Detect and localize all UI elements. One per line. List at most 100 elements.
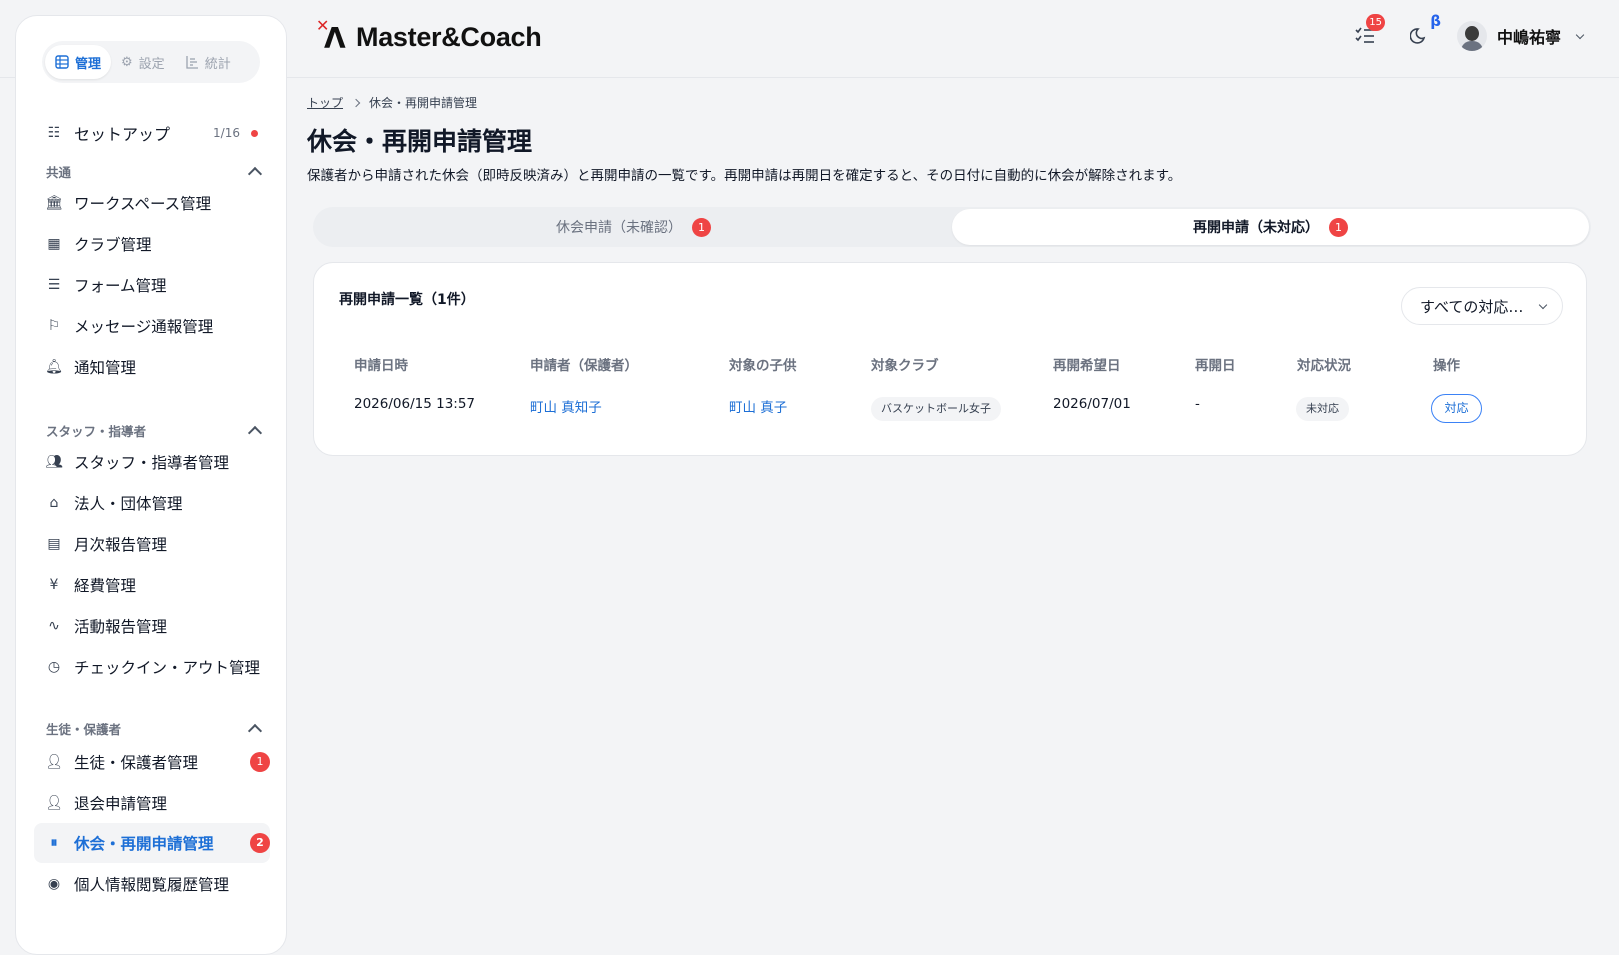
users-icon: 👥︎ bbox=[45, 454, 63, 470]
sidebar-item-label: スタッフ・指導者管理 bbox=[74, 454, 230, 472]
sidebar-item-label: フォーム管理 bbox=[74, 277, 167, 295]
sidebar-item-workspace[interactable]: 🏛 ワークスペース管理 bbox=[34, 183, 270, 223]
status-filter-select[interactable]: すべての対応… bbox=[1401, 287, 1563, 325]
tab-label: 再開申請（未対応） bbox=[1193, 220, 1319, 236]
sidebar-item-notification[interactable]: 🔔︎ 通知管理 bbox=[34, 347, 270, 387]
user-plus-icon: 👤︎ bbox=[45, 754, 63, 770]
sidebar-item-privacy-log[interactable]: ◉ 個人情報閲覧履歴管理 bbox=[34, 864, 270, 904]
avatar bbox=[1456, 21, 1487, 51]
mode-switch: 管理 ⚙ 設定 統計 bbox=[42, 41, 260, 83]
breadcrumb-home-link[interactable]: トップ bbox=[307, 94, 343, 111]
task-list-button[interactable]: 15 bbox=[1349, 14, 1385, 52]
calendar-icon: ▤ bbox=[47, 536, 61, 552]
page-title: 休会・再開申請管理 bbox=[307, 127, 533, 156]
sidebar-item-setup[interactable]: ☷ セットアップ 1/16 bbox=[34, 113, 270, 153]
sidebar-item-label: 月次報告管理 bbox=[74, 536, 168, 554]
sidebar-item-label: セットアップ bbox=[74, 125, 171, 144]
status-badge: 未対応 bbox=[1296, 397, 1349, 421]
checklist-icon: ☷ bbox=[47, 125, 61, 141]
sidebar-item-label: 経費管理 bbox=[74, 577, 137, 595]
tab-badge: 1 bbox=[692, 217, 711, 237]
sidebar-item-label: 生徒・保護者管理 bbox=[74, 754, 199, 772]
beta-label: β bbox=[1430, 12, 1441, 30]
sidebar-item-label: 休会・再開申請管理 bbox=[74, 835, 214, 853]
child-link[interactable]: 町山 真子 bbox=[729, 396, 787, 416]
eye-icon: ◉ bbox=[47, 876, 61, 892]
sidebar-item-label: メッセージ通報管理 bbox=[74, 318, 214, 336]
sidebar-item-students[interactable]: 👤︎ 生徒・保護者管理 1 bbox=[34, 742, 270, 782]
request-tabs: 休会申請（未確認） 1 再開申請（未対応） 1 bbox=[313, 207, 1591, 247]
column-header: 対象クラブ bbox=[871, 358, 939, 374]
section-students-header[interactable]: 生徒・保護者 bbox=[46, 719, 263, 738]
form-icon: ☰ bbox=[47, 277, 61, 293]
filter-value: すべての対応… bbox=[1420, 297, 1524, 316]
tab-suspension-requests[interactable]: 休会申請（未確認） 1 bbox=[315, 209, 952, 245]
tab-label: 休会申請（未確認） bbox=[556, 220, 682, 236]
section-common-header[interactable]: 共通 bbox=[46, 162, 263, 181]
bell-icon: 🔔︎ bbox=[45, 359, 63, 375]
mode-manage-button[interactable]: 管理 bbox=[45, 45, 112, 79]
activity-icon: ∿ bbox=[48, 618, 60, 634]
brand-name: Master&Coach bbox=[356, 21, 542, 52]
sidebar-item-monthly-report[interactable]: ▤ 月次報告管理 bbox=[34, 524, 270, 564]
card-title: 再開申請一覧（1件） bbox=[339, 292, 475, 308]
sidebar-item-label: 活動報告管理 bbox=[74, 618, 168, 636]
sidebar-item-label: 退会申請管理 bbox=[74, 795, 168, 813]
mode-manage-label: 管理 bbox=[75, 56, 102, 72]
logo-mark-icon: ✕ Λ bbox=[316, 16, 346, 55]
chevron-up-icon bbox=[247, 425, 263, 440]
column-header: 対応状況 bbox=[1297, 358, 1351, 374]
sidebar: 管理 ⚙ 設定 統計 ☷ セットアップ 1/16 共通 🏛 ワークスペース管理 bbox=[15, 15, 287, 955]
sidebar-item-withdrawal[interactable]: 👤︎ 退会申請管理 bbox=[34, 783, 270, 823]
sidebar-item-label: チェックイン・アウト管理 bbox=[74, 659, 261, 677]
section-staff-header[interactable]: スタッフ・指導者 bbox=[46, 421, 263, 440]
brand-logo[interactable]: ✕ Λ Master&Coach bbox=[316, 16, 542, 55]
sidebar-item-label: ワークスペース管理 bbox=[74, 195, 212, 213]
cell-resume-date: - bbox=[1195, 396, 1200, 412]
respond-button[interactable]: 対応 bbox=[1431, 394, 1482, 423]
building-icon: ▦ bbox=[47, 236, 61, 252]
sidebar-item-label: 個人情報閲覧履歴管理 bbox=[74, 876, 230, 894]
sidebar-item-expense[interactable]: ¥ 経費管理 bbox=[34, 565, 270, 605]
user-menu[interactable]: 中嶋祐寧 bbox=[1456, 21, 1585, 51]
sidebar-item-message-report[interactable]: ⚐ メッセージ通報管理 bbox=[34, 306, 270, 346]
sidebar-item-organization[interactable]: ⌂ 法人・団体管理 bbox=[34, 483, 270, 523]
setup-progress: 1/16 bbox=[213, 126, 240, 140]
column-header: 申請日時 bbox=[354, 358, 408, 374]
column-header: 対象の子供 bbox=[729, 358, 797, 374]
students-badge: 1 bbox=[250, 752, 270, 772]
section-label: 共通 bbox=[46, 165, 72, 180]
chevron-right-icon bbox=[351, 98, 361, 107]
sidebar-item-checkin[interactable]: ◷ チェックイン・アウト管理 bbox=[34, 647, 270, 687]
cell-applied-at: 2026/06/15 13:57 bbox=[354, 396, 476, 412]
theme-toggle-button[interactable]: β bbox=[1403, 12, 1441, 52]
sidebar-item-label: クラブ管理 bbox=[74, 236, 152, 254]
club-tag: バスケットボール女子 bbox=[871, 397, 1001, 421]
sidebar-item-activity-report[interactable]: ∿ 活動報告管理 bbox=[34, 606, 270, 646]
applicant-link[interactable]: 町山 真知子 bbox=[530, 396, 602, 416]
sidebar-item-club[interactable]: ▦ クラブ管理 bbox=[34, 224, 270, 264]
tab-resume-requests[interactable]: 再開申請（未対応） 1 bbox=[952, 209, 1589, 245]
sidebar-item-form[interactable]: ☰ フォーム管理 bbox=[34, 265, 270, 305]
page-description: 保護者から申請された休会（即時反映済み）と再開申請の一覧です。再開申請は再開日を… bbox=[307, 168, 1182, 184]
column-header: 再開日 bbox=[1195, 358, 1236, 374]
grid-icon bbox=[55, 55, 69, 69]
resume-requests-card: 再開申請一覧（1件） すべての対応… 申請日時 申請者（保護者） 対象の子供 対… bbox=[313, 262, 1587, 456]
mode-stats-label: 統計 bbox=[204, 56, 231, 72]
sidebar-item-suspension[interactable]: ⏸︎ 休会・再開申請管理 2 bbox=[34, 823, 270, 863]
mode-settings-label: 設定 bbox=[138, 56, 165, 72]
column-header: 申請者（保護者） bbox=[530, 358, 638, 374]
column-header: 再開希望日 bbox=[1053, 358, 1121, 374]
flag-icon: ⚐ bbox=[47, 318, 61, 334]
sidebar-item-label: 法人・団体管理 bbox=[74, 495, 183, 513]
sidebar-item-staff[interactable]: 👥︎ スタッフ・指導者管理 bbox=[34, 442, 270, 482]
column-header: 操作 bbox=[1433, 358, 1460, 374]
bar-chart-icon bbox=[186, 56, 198, 69]
breadcrumb-current: 休会・再開申請管理 bbox=[369, 96, 478, 110]
user-x-icon: 👤︎ bbox=[45, 795, 63, 811]
mode-settings-button[interactable]: ⚙ 設定 bbox=[111, 45, 175, 79]
gear-icon: ⚙ bbox=[121, 54, 133, 70]
setup-alert-dot bbox=[251, 129, 258, 137]
tab-badge: 1 bbox=[1329, 217, 1348, 237]
mode-stats-button[interactable]: 統計 bbox=[175, 45, 241, 79]
